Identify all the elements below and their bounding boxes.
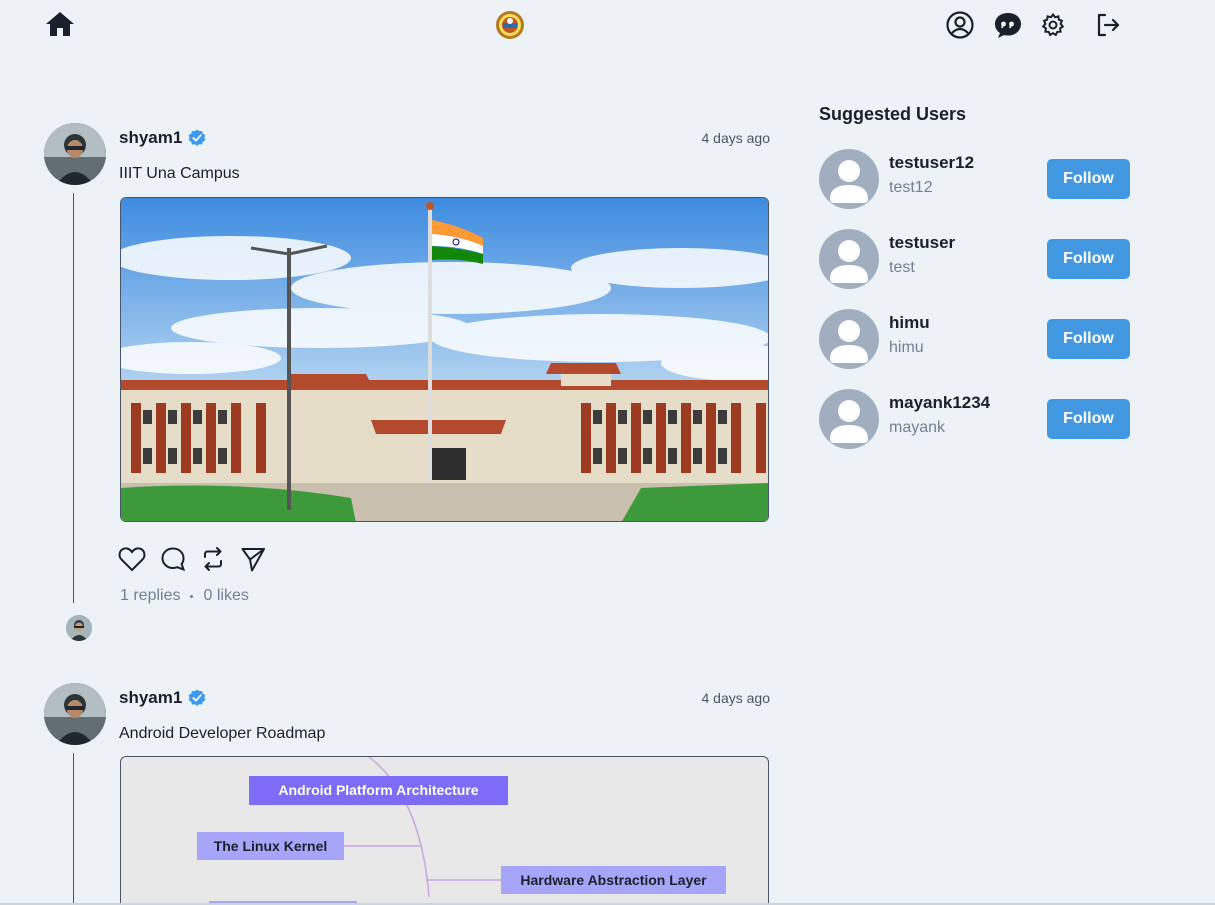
user-avatar-icon[interactable]	[819, 309, 879, 369]
user-circle-icon[interactable]	[945, 10, 975, 40]
username-text[interactable]: shyam1	[119, 688, 182, 708]
post-username[interactable]: shyam1	[119, 128, 206, 148]
suggested-handle: himu	[889, 339, 924, 356]
post-text: Android Developer Roadmap	[119, 725, 326, 742]
likes-count[interactable]: 0 likes	[203, 587, 248, 605]
suggested-handle: test	[889, 259, 915, 276]
share-icon[interactable]	[240, 546, 266, 577]
post-actions	[118, 546, 266, 577]
suggested-user[interactable]: testuser test Follow	[819, 229, 1131, 291]
username-text[interactable]: shyam1	[119, 128, 182, 148]
suggested-username[interactable]: testuser12	[889, 153, 974, 173]
post-username[interactable]: shyam1	[119, 688, 206, 708]
suggested-username[interactable]: mayank1234	[889, 393, 990, 413]
logout-icon[interactable]	[1094, 11, 1122, 39]
post-image[interactable]: Android Platform Architecture The Linux …	[120, 756, 769, 905]
post-text: IIIT Una Campus	[119, 165, 240, 182]
follow-button[interactable]: Follow	[1047, 399, 1130, 439]
settings-icon[interactable]	[1040, 12, 1066, 38]
suggested-username[interactable]: himu	[889, 313, 930, 333]
verified-badge-icon	[189, 689, 206, 706]
follow-button[interactable]: Follow	[1047, 159, 1130, 199]
diagram-node: The Linux Kernel	[213, 838, 328, 854]
post-timestamp: 4 days ago	[701, 690, 771, 706]
user-avatar-icon[interactable]	[819, 389, 879, 449]
separator-dot	[190, 594, 194, 598]
post-stats: 1 replies 0 likes	[120, 587, 249, 605]
post-timestamp: 4 days ago	[701, 130, 771, 146]
suggested-handle: test12	[889, 179, 933, 196]
verified-badge-icon	[189, 129, 206, 146]
repost-icon[interactable]	[200, 546, 226, 577]
suggested-username[interactable]: testuser	[889, 233, 955, 253]
suggested-handle: mayank	[889, 419, 946, 436]
diagram-node-primary: Android Platform Architecture	[278, 782, 479, 798]
heart-icon[interactable]	[118, 546, 146, 577]
post-author-avatar[interactable]	[44, 683, 106, 745]
post-author-avatar[interactable]	[44, 123, 106, 185]
chat-icon[interactable]	[993, 10, 1023, 40]
suggested-user[interactable]: mayank1234 mayank Follow	[819, 389, 1131, 451]
follow-button[interactable]: Follow	[1047, 319, 1130, 359]
thread-line	[73, 193, 74, 603]
post-card: shyam1 4 days ago Android Developer Road…	[44, 683, 770, 905]
suggested-users-panel: Suggested Users testuser12 test12 Follow…	[819, 104, 1139, 449]
reply-avatar[interactable]	[66, 615, 92, 641]
suggested-user[interactable]: himu himu Follow	[819, 309, 1131, 371]
diagram-node: Hardware Abstraction Layer	[520, 872, 707, 888]
logo-icon[interactable]	[494, 9, 526, 41]
user-avatar-icon[interactable]	[819, 149, 879, 209]
thread-line	[73, 753, 74, 905]
follow-button[interactable]: Follow	[1047, 239, 1130, 279]
post-card: shyam1 4 days ago IIIT Una Campus 1 repl…	[44, 123, 770, 643]
home-icon[interactable]	[45, 10, 75, 38]
suggested-user[interactable]: testuser12 test12 Follow	[819, 149, 1131, 211]
user-avatar-icon[interactable]	[819, 229, 879, 289]
comment-icon[interactable]	[160, 546, 186, 577]
replies-count[interactable]: 1 replies	[120, 587, 180, 605]
top-navbar	[0, 0, 1215, 50]
post-image[interactable]	[120, 197, 769, 522]
suggested-title: Suggested Users	[819, 104, 967, 124]
